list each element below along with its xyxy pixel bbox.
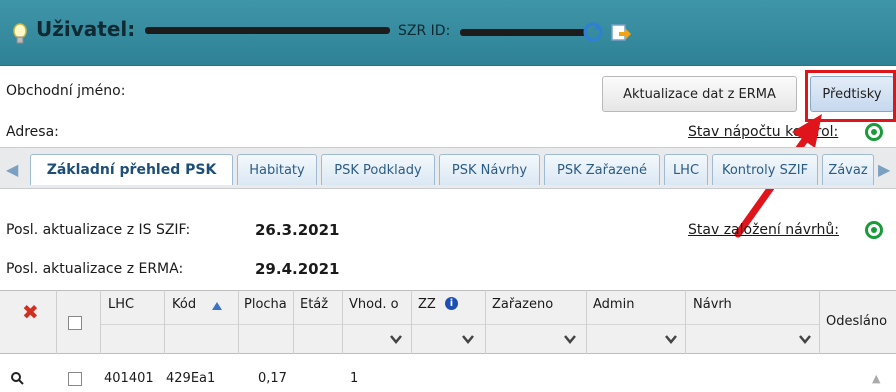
col-plocha[interactable]: Plocha [244, 297, 287, 312]
grid-col-divider [342, 290, 343, 354]
grid-col-divider [100, 290, 101, 354]
col-etaz[interactable]: Etáž [300, 297, 328, 312]
redacted-user-id [145, 27, 390, 34]
grid-col-divider [238, 290, 239, 354]
dropdown-icon[interactable] [664, 332, 678, 346]
cell-lhc: 401401 [104, 371, 154, 386]
grid-col-divider [485, 290, 486, 354]
col-navrh[interactable]: Návrh [693, 297, 732, 312]
tab-zavazky[interactable]: Závaz [822, 154, 874, 185]
tab-zakladni-prehled[interactable]: Základní přehled PSK [30, 154, 233, 185]
col-admin[interactable]: Admin [593, 297, 634, 312]
tab-psk-podklady[interactable]: PSK Podklady [321, 154, 435, 185]
redacted-szr-id [460, 29, 586, 36]
tab-psk-zarazene[interactable]: PSK Zařazené [544, 154, 660, 185]
col-odeslano[interactable]: Odesláno [826, 314, 887, 329]
tab-lhc[interactable]: LHC [664, 154, 708, 185]
last-szif-label: Posl. aktualizace z IS SZIF: [6, 222, 191, 238]
col-lhc[interactable]: LHC [108, 297, 134, 312]
row-checkbox[interactable] [68, 372, 82, 386]
last-erma-value: 29.4.2021 [255, 260, 340, 278]
last-szif-value: 26.3.2021 [255, 221, 340, 239]
info-icon[interactable]: i [445, 297, 458, 310]
grid-col-divider [819, 290, 820, 354]
delete-x-icon[interactable]: ✖ [22, 300, 39, 324]
ok-circle-icon [865, 221, 883, 239]
dropdown-icon[interactable] [389, 332, 403, 346]
col-zz[interactable]: ZZ [418, 297, 436, 312]
grid-col-divider [685, 290, 686, 354]
tab-scroll-right-icon[interactable]: ▶ [878, 160, 890, 179]
cell-kod: 429Ea1 [166, 371, 216, 386]
export-icon[interactable] [610, 21, 632, 43]
col-zarazeno[interactable]: Zařazeno [492, 297, 553, 312]
ok-circle-icon [865, 123, 883, 141]
col-kod[interactable]: Kód [172, 297, 196, 312]
tab-kontroly-szif[interactable]: Kontroly SZIF [712, 154, 818, 185]
sort-asc-icon[interactable] [212, 302, 222, 310]
grid-col-divider [164, 290, 165, 354]
last-erma-label: Posl. aktualizace z ERMA: [6, 261, 184, 277]
scroll-up-icon[interactable]: ▲ [872, 372, 880, 385]
grid-col-divider [293, 290, 294, 354]
address-label: Adresa: [6, 124, 59, 140]
col-vhod[interactable]: Vhod. o [349, 297, 409, 312]
dropdown-icon[interactable] [563, 332, 577, 346]
dropdown-icon[interactable] [798, 332, 812, 346]
szr-id-label: SZR ID: [398, 23, 451, 39]
grid-col-divider [411, 290, 412, 354]
dropdown-icon[interactable] [461, 332, 475, 346]
cell-etaz: 1 [350, 371, 359, 386]
grid-col-divider [56, 290, 57, 354]
tab-scroll-left-icon[interactable]: ◀ [6, 160, 18, 179]
user-label: Uživatel: [36, 17, 136, 41]
refresh-icon[interactable] [582, 21, 604, 43]
stav-zalozeni-link[interactable]: Stav založení návrhů: [688, 222, 839, 238]
grid-col-divider [586, 290, 587, 354]
business-name-label: Obchodní jméno: [6, 83, 126, 99]
tab-psk-navrhy[interactable]: PSK Návrhy [439, 154, 540, 185]
update-from-erma-button[interactable]: Aktualizace dat z ERMA [602, 76, 797, 112]
bulb-icon [13, 23, 27, 44]
cell-plocha: 0,17 [258, 371, 287, 386]
grid-filter-divider [100, 324, 820, 325]
tab-habitaty[interactable]: Habitaty [237, 154, 317, 185]
select-all-checkbox[interactable] [68, 316, 82, 330]
search-icon[interactable] [10, 371, 24, 385]
